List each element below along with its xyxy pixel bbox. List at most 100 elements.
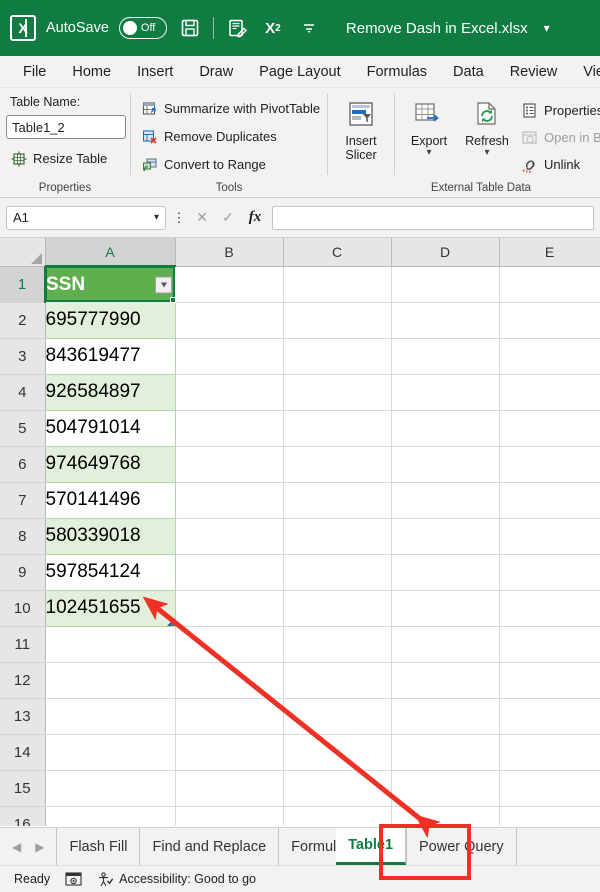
cell-d1[interactable] bbox=[391, 266, 499, 302]
cell-b2[interactable] bbox=[175, 302, 283, 338]
cell-a8[interactable]: 580339018 bbox=[45, 518, 175, 554]
row-header-12[interactable]: 12 bbox=[0, 662, 45, 698]
cell-c14[interactable] bbox=[283, 734, 391, 770]
row-header-13[interactable]: 13 bbox=[0, 698, 45, 734]
cell-c6[interactable] bbox=[283, 446, 391, 482]
row-header-9[interactable]: 9 bbox=[0, 554, 45, 590]
autosave-toggle[interactable]: Off bbox=[119, 17, 167, 39]
cell-e14[interactable] bbox=[499, 734, 600, 770]
sheet-tab-find-and-replace[interactable]: Find and Replace bbox=[139, 828, 278, 865]
insert-function-icon[interactable]: fx bbox=[244, 209, 266, 226]
cell-c7[interactable] bbox=[283, 482, 391, 518]
row-header-4[interactable]: 4 bbox=[0, 374, 45, 410]
row-header-5[interactable]: 5 bbox=[0, 410, 45, 446]
record-macro-icon[interactable] bbox=[64, 872, 82, 887]
cell-d10[interactable] bbox=[391, 590, 499, 626]
accessibility-status[interactable]: Accessibility: Good to go bbox=[96, 872, 256, 887]
cell-b15[interactable] bbox=[175, 770, 283, 806]
tab-view[interactable]: View bbox=[572, 60, 600, 84]
cell-d11[interactable] bbox=[391, 626, 499, 662]
tab-formulas[interactable]: Formulas bbox=[356, 60, 438, 84]
cell-d16[interactable] bbox=[391, 806, 499, 826]
nav-next-icon[interactable]: ▶ bbox=[35, 840, 44, 854]
cell-b7[interactable] bbox=[175, 482, 283, 518]
sheet-tab-formula[interactable]: Formula bbox=[278, 828, 336, 865]
cell-b11[interactable] bbox=[175, 626, 283, 662]
cell-d3[interactable] bbox=[391, 338, 499, 374]
cell-a13[interactable] bbox=[45, 698, 175, 734]
cell-a7[interactable]: 570141496 bbox=[45, 482, 175, 518]
summarize-with-pivottable-button[interactable]: Summarize with PivotTable bbox=[137, 97, 324, 120]
cell-e2[interactable] bbox=[499, 302, 600, 338]
convert-to-range-button[interactable]: Convert to Range bbox=[137, 153, 270, 176]
tab-page-layout[interactable]: Page Layout bbox=[248, 60, 351, 84]
row-header-14[interactable]: 14 bbox=[0, 734, 45, 770]
row-header-8[interactable]: 8 bbox=[0, 518, 45, 554]
save-icon[interactable] bbox=[177, 15, 203, 41]
cell-e10[interactable] bbox=[499, 590, 600, 626]
cell-a14[interactable] bbox=[45, 734, 175, 770]
column-header-e[interactable]: E bbox=[499, 238, 600, 266]
select-all-corner[interactable] bbox=[0, 238, 45, 266]
export-button[interactable]: Export ▾ bbox=[401, 97, 457, 158]
row-header-10[interactable]: 10 bbox=[0, 590, 45, 626]
cell-e6[interactable] bbox=[499, 446, 600, 482]
cell-c15[interactable] bbox=[283, 770, 391, 806]
filter-dropdown-icon[interactable] bbox=[155, 276, 172, 293]
title-chevron-down-icon[interactable]: ▾ bbox=[544, 21, 550, 35]
cell-b8[interactable] bbox=[175, 518, 283, 554]
cell-a15[interactable] bbox=[45, 770, 175, 806]
refresh-chevron-down-icon[interactable]: ▾ bbox=[484, 148, 489, 158]
cell-e4[interactable] bbox=[499, 374, 600, 410]
cell-e16[interactable] bbox=[499, 806, 600, 826]
subscript-icon[interactable]: X2 bbox=[260, 15, 286, 41]
cell-b5[interactable] bbox=[175, 410, 283, 446]
cell-a16[interactable] bbox=[45, 806, 175, 826]
cell-d6[interactable] bbox=[391, 446, 499, 482]
cell-a4[interactable]: 926584897 bbox=[45, 374, 175, 410]
sheet-tab-overflow[interactable] bbox=[516, 828, 545, 865]
tab-data[interactable]: Data bbox=[442, 60, 495, 84]
cell-b12[interactable] bbox=[175, 662, 283, 698]
cancel-icon[interactable]: ✕ bbox=[192, 209, 212, 226]
cell-e12[interactable] bbox=[499, 662, 600, 698]
touch-mode-icon[interactable] bbox=[224, 15, 250, 41]
cell-c12[interactable] bbox=[283, 662, 391, 698]
cell-e8[interactable] bbox=[499, 518, 600, 554]
column-header-c[interactable]: C bbox=[283, 238, 391, 266]
formula-bar-options-icon[interactable]: ⋮ bbox=[172, 210, 186, 226]
cell-a5[interactable]: 504791014 bbox=[45, 410, 175, 446]
cell-a11[interactable] bbox=[45, 626, 175, 662]
properties-button[interactable]: Properties bbox=[517, 99, 600, 122]
cell-c16[interactable] bbox=[283, 806, 391, 826]
tab-insert[interactable]: Insert bbox=[126, 60, 184, 84]
remove-duplicates-button[interactable]: Remove Duplicates bbox=[137, 125, 281, 148]
name-box-chevron-down-icon[interactable]: ▾ bbox=[154, 212, 159, 223]
cell-a10[interactable]: 102451655 bbox=[45, 590, 175, 626]
sheet-tab-table1[interactable]: Table1 bbox=[336, 828, 406, 865]
row-header-11[interactable]: 11 bbox=[0, 626, 45, 662]
nav-prev-icon[interactable]: ◀ bbox=[12, 840, 21, 854]
column-header-a[interactable]: A bbox=[45, 238, 175, 266]
cell-a1[interactable]: SSN bbox=[45, 266, 175, 302]
cell-d15[interactable] bbox=[391, 770, 499, 806]
cell-c5[interactable] bbox=[283, 410, 391, 446]
cell-e15[interactable] bbox=[499, 770, 600, 806]
refresh-button[interactable]: Refresh ▾ bbox=[459, 97, 515, 158]
cell-b6[interactable] bbox=[175, 446, 283, 482]
tab-draw[interactable]: Draw bbox=[188, 60, 244, 84]
cell-e9[interactable] bbox=[499, 554, 600, 590]
row-header-6[interactable]: 6 bbox=[0, 446, 45, 482]
cell-b3[interactable] bbox=[175, 338, 283, 374]
table-name-input[interactable] bbox=[6, 115, 126, 139]
column-header-b[interactable]: B bbox=[175, 238, 283, 266]
cell-c2[interactable] bbox=[283, 302, 391, 338]
cell-a9[interactable]: 597854124 bbox=[45, 554, 175, 590]
cell-a2[interactable]: 695777990 bbox=[45, 302, 175, 338]
row-header-2[interactable]: 2 bbox=[0, 302, 45, 338]
cell-d8[interactable] bbox=[391, 518, 499, 554]
cell-d5[interactable] bbox=[391, 410, 499, 446]
cell-e11[interactable] bbox=[499, 626, 600, 662]
cell-b16[interactable] bbox=[175, 806, 283, 826]
cell-e3[interactable] bbox=[499, 338, 600, 374]
